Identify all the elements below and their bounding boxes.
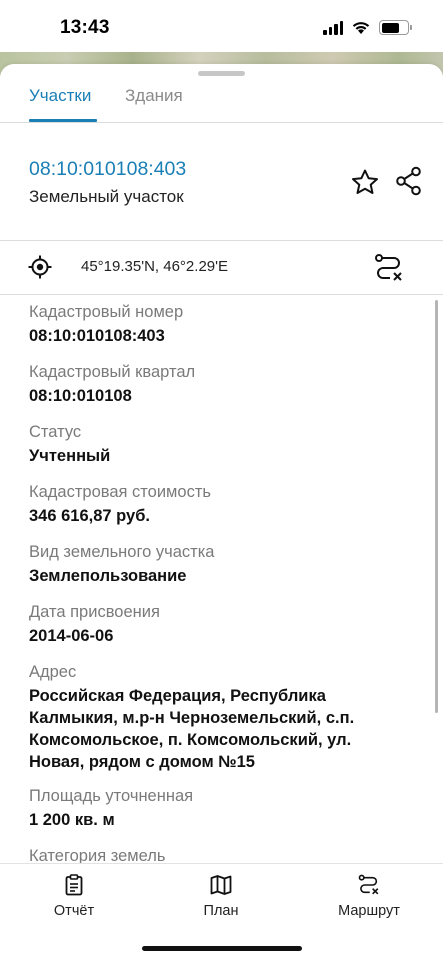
status-icons <box>323 20 412 35</box>
nav-report[interactable]: Отчёт <box>19 874 129 919</box>
scrollbar[interactable] <box>435 300 438 713</box>
home-indicator <box>142 946 302 951</box>
field-label: Кадастровый квартал <box>29 363 196 381</box>
field-refined-area: Площадь уточненная 1 200 кв. м <box>29 786 409 831</box>
field-label: Адрес <box>29 663 77 681</box>
parcel-type: Земельный участок <box>29 187 184 206</box>
nav-route-label: Маршрут <box>338 903 400 919</box>
field-cadastral-value: Кадастровая стоимость 346 616,87 руб. <box>29 482 409 527</box>
star-icon[interactable] <box>350 168 380 196</box>
field-cadastral-quarter: Кадастровый квартал 08:10:010108 <box>29 362 409 407</box>
route-icon[interactable] <box>374 253 404 283</box>
share-icon[interactable] <box>395 166 423 196</box>
field-label: Категория земель <box>29 847 166 864</box>
wifi-icon <box>352 22 370 34</box>
field-assignment-date: Дата присвоения 2014-06-06 <box>29 602 409 647</box>
field-value: Учтенный <box>29 447 111 465</box>
field-value: 2014-06-06 <box>29 627 114 645</box>
field-label: Кадастровая стоимость <box>29 483 211 501</box>
field-value: 08:10:010108:403 <box>29 327 165 345</box>
field-value: Российская Федерация, Республика Калмыки… <box>29 687 355 771</box>
nav-report-label: Отчёт <box>53 903 95 919</box>
tab-bar: Участки Здания <box>0 82 443 122</box>
tab-buildings[interactable]: Здания <box>125 86 183 106</box>
sheet-grabber[interactable] <box>198 71 245 76</box>
field-cadastral-number: Кадастровый номер 08:10:010108:403 <box>29 302 409 347</box>
parcel-sheet: Участки Здания 08:10:010108:403 Земельны… <box>0 64 443 960</box>
field-label: Статус <box>29 423 82 441</box>
field-label: Площадь уточненная <box>29 787 194 805</box>
coordinates-text: 45°19.35'N, 46°2.29'E <box>81 258 228 275</box>
parcel-id-link[interactable]: 08:10:010108:403 <box>29 158 186 181</box>
field-address: Адрес Российская Федерация, Республика К… <box>29 662 409 773</box>
report-icon <box>65 874 83 896</box>
field-value: Землепользование <box>29 567 187 585</box>
coordinates-row: 45°19.35'N, 46°2.29'E <box>0 241 443 294</box>
parcel-details: Кадастровый номер 08:10:010108:403 Кадас… <box>0 294 443 864</box>
status-time: 13:43 <box>60 17 110 38</box>
location-target-icon[interactable] <box>28 255 52 279</box>
field-label: Вид земельного участка <box>29 543 215 561</box>
route-icon <box>358 874 379 895</box>
nav-route[interactable]: Маршрут <box>314 874 424 919</box>
tab-parcels[interactable]: Участки <box>29 86 91 106</box>
field-land-category: Категория земель <box>29 846 409 864</box>
battery-icon <box>379 20 412 35</box>
field-value: 1 200 кв. м <box>29 811 115 829</box>
nav-plan[interactable]: План <box>166 874 276 919</box>
divider <box>0 122 443 123</box>
field-value: 346 616,87 руб. <box>29 507 150 525</box>
nav-plan-label: План <box>203 903 239 919</box>
status-bar: 13:43 <box>0 0 443 54</box>
signal-icon <box>323 20 343 35</box>
field-label: Кадастровый номер <box>29 303 184 321</box>
field-label: Дата присвоения <box>29 603 160 621</box>
field-land-type: Вид земельного участка Землепользование <box>29 542 409 587</box>
map-icon <box>210 875 232 895</box>
field-status: Статус Учтенный <box>29 422 409 467</box>
field-value: 08:10:010108 <box>29 387 132 405</box>
